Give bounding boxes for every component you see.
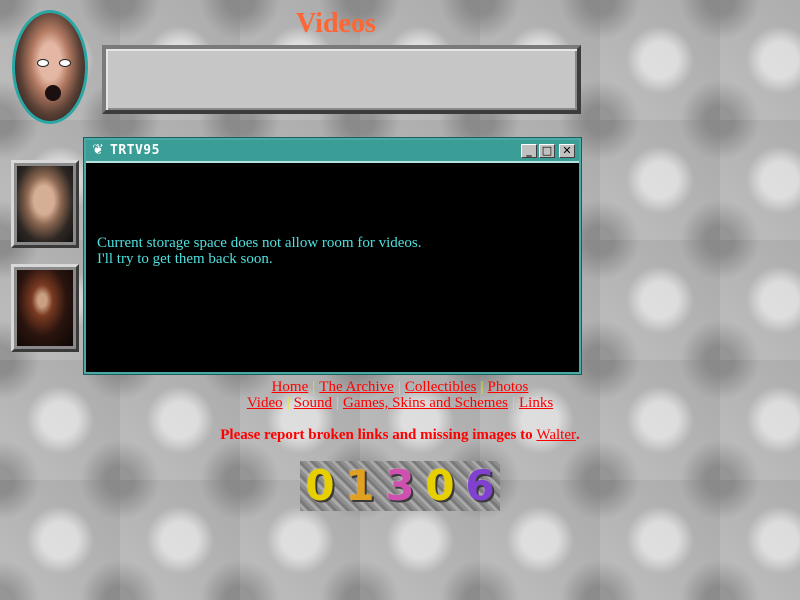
message-line-1: Current storage space does not allow roo… bbox=[97, 235, 422, 251]
maximize-button[interactable]: □ bbox=[539, 143, 555, 158]
message-line-2: I'll try to get them back soon. bbox=[97, 251, 273, 267]
window-titlebar[interactable]: ❦ TRTV95 _ □ ✕ bbox=[86, 140, 579, 163]
window-body: Current storage space does not allow roo… bbox=[86, 163, 579, 267]
nav-link-collectibles[interactable]: Collectibles bbox=[405, 379, 477, 395]
report-end: . bbox=[576, 427, 580, 443]
counter-digit: 6 bbox=[465, 461, 495, 510]
trtv95-window: ❦ TRTV95 _ □ ✕ Current storage space doe… bbox=[84, 138, 581, 374]
hit-counter: 0 1 3 0 6 bbox=[300, 461, 500, 511]
nav-link-home[interactable]: Home bbox=[272, 379, 309, 395]
page-title: Videos bbox=[296, 8, 376, 39]
thumbnail-guitarist[interactable] bbox=[11, 264, 79, 352]
nav-row-1: Home | The Archive | Collectibles | Photos bbox=[271, 379, 529, 395]
counter-digit: 3 bbox=[385, 461, 415, 510]
nav-link-links[interactable]: Links bbox=[519, 395, 553, 411]
heart-logo-icon: ❦ bbox=[92, 142, 104, 158]
thumbnail-portrait[interactable] bbox=[11, 160, 79, 248]
portrait-oval-image bbox=[12, 10, 88, 124]
counter-digit: 0 bbox=[425, 461, 455, 510]
close-button[interactable]: ✕ bbox=[559, 143, 575, 158]
contact-link[interactable]: Walter bbox=[536, 427, 576, 443]
banner-panel bbox=[102, 45, 581, 114]
report-text: Please report broken links and missing i… bbox=[220, 427, 537, 443]
report-notice: Please report broken links and missing i… bbox=[0, 427, 800, 444]
nav-row-2: Video | Sound | Games, Skins and Schemes | Lin… bbox=[246, 395, 554, 411]
nav-link-archive[interactable]: The Archive bbox=[319, 379, 394, 395]
minimize-button[interactable]: _ bbox=[521, 143, 537, 158]
nav-link-games[interactable]: Games, Skins and Schemes bbox=[343, 395, 508, 411]
nav-link-sound[interactable]: Sound bbox=[294, 395, 332, 411]
counter-digit: 0 bbox=[305, 461, 335, 510]
window-title: TRTV95 bbox=[110, 143, 160, 158]
nav-link-video[interactable]: Video bbox=[247, 395, 283, 411]
nav-link-photos[interactable]: Photos bbox=[488, 379, 529, 395]
counter-digit: 1 bbox=[345, 461, 375, 510]
